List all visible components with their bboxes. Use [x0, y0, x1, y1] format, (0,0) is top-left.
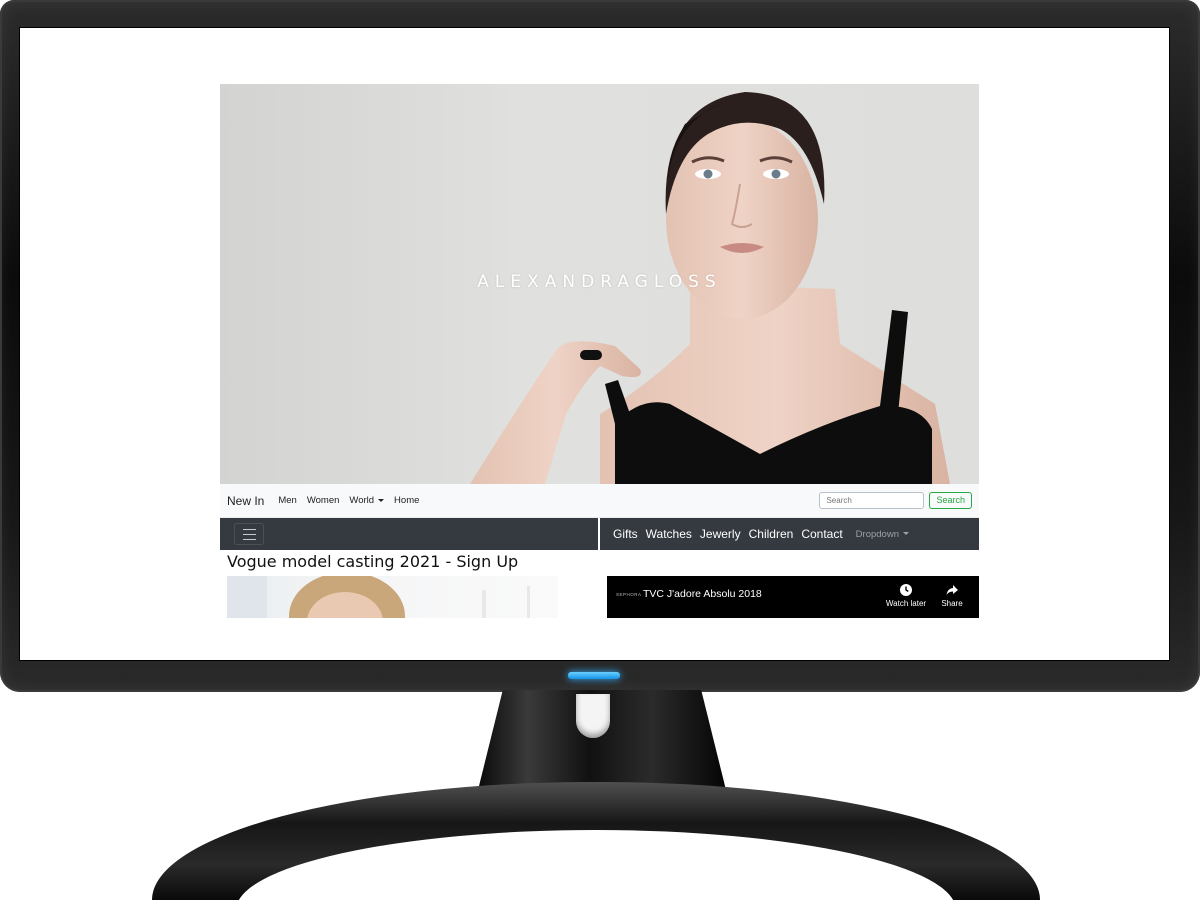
video-channel-logo: SEPHORA — [616, 592, 642, 597]
share-button[interactable]: Share — [928, 583, 976, 608]
nav-link-home[interactable]: Home — [394, 495, 419, 506]
hamburger-icon — [243, 529, 256, 530]
monitor-screen: ALEXANDRAGLOSS New In Men Women World Ho… — [20, 28, 1169, 660]
nav-dropdown-world-label: World — [349, 495, 375, 506]
watch-later-label: Watch later — [885, 599, 927, 608]
nav-link-children[interactable]: Children — [749, 527, 794, 541]
watch-later-button[interactable]: Watch later — [882, 583, 930, 608]
video-embed[interactable]: SEPHORA TVC J'adore Absolu 2018 Watch la… — [607, 576, 979, 618]
caret-down-icon — [378, 498, 385, 502]
search-input[interactable] — [819, 492, 925, 509]
share-arrow-icon — [928, 583, 976, 597]
nav-dropdown-label: Dropdown — [855, 528, 899, 540]
nav-link-gifts[interactable]: Gifts — [613, 527, 638, 541]
navbar-brand[interactable]: New In — [227, 494, 264, 508]
nav-link-watches[interactable]: Watches — [646, 527, 692, 541]
share-label: Share — [941, 599, 963, 608]
top-navbar: New In Men Women World Home Search — [220, 484, 979, 518]
hamburger-menu-button[interactable] — [234, 523, 264, 545]
nav-link-men[interactable]: Men — [278, 495, 296, 506]
clock-icon — [882, 583, 930, 597]
nav-link-women[interactable]: Women — [307, 495, 340, 506]
casting-thumbnail-image[interactable] — [227, 576, 558, 618]
nav-dropdown[interactable]: Dropdown — [856, 529, 909, 540]
monitor-scene: ALEXANDRAGLOSS New In Men Women World Ho… — [0, 0, 1200, 900]
video-title[interactable]: TVC J'adore Absolu 2018 — [643, 588, 762, 600]
nav-link-contact[interactable]: Contact — [801, 527, 842, 541]
caret-down-icon — [902, 532, 909, 536]
power-led — [568, 672, 620, 679]
dark-navbar-right: Gifts Watches Jewerly Children Contact D… — [600, 518, 979, 550]
hero-banner: ALEXANDRAGLOSS — [220, 84, 979, 484]
search-button[interactable]: Search — [929, 492, 972, 509]
monitor-stand-cable-hole — [576, 694, 610, 738]
website: ALEXANDRAGLOSS New In Men Women World Ho… — [220, 84, 979, 618]
section-title: Vogue model casting 2021 - Sign Up — [227, 552, 519, 571]
dark-navbar-left — [220, 518, 598, 550]
casting-model-photo — [227, 576, 530, 618]
nav-link-jewerly[interactable]: Jewerly — [700, 527, 741, 541]
nav-dropdown-world[interactable]: World — [349, 495, 385, 506]
hero-brand-title: ALEXANDRAGLOSS — [477, 272, 722, 292]
